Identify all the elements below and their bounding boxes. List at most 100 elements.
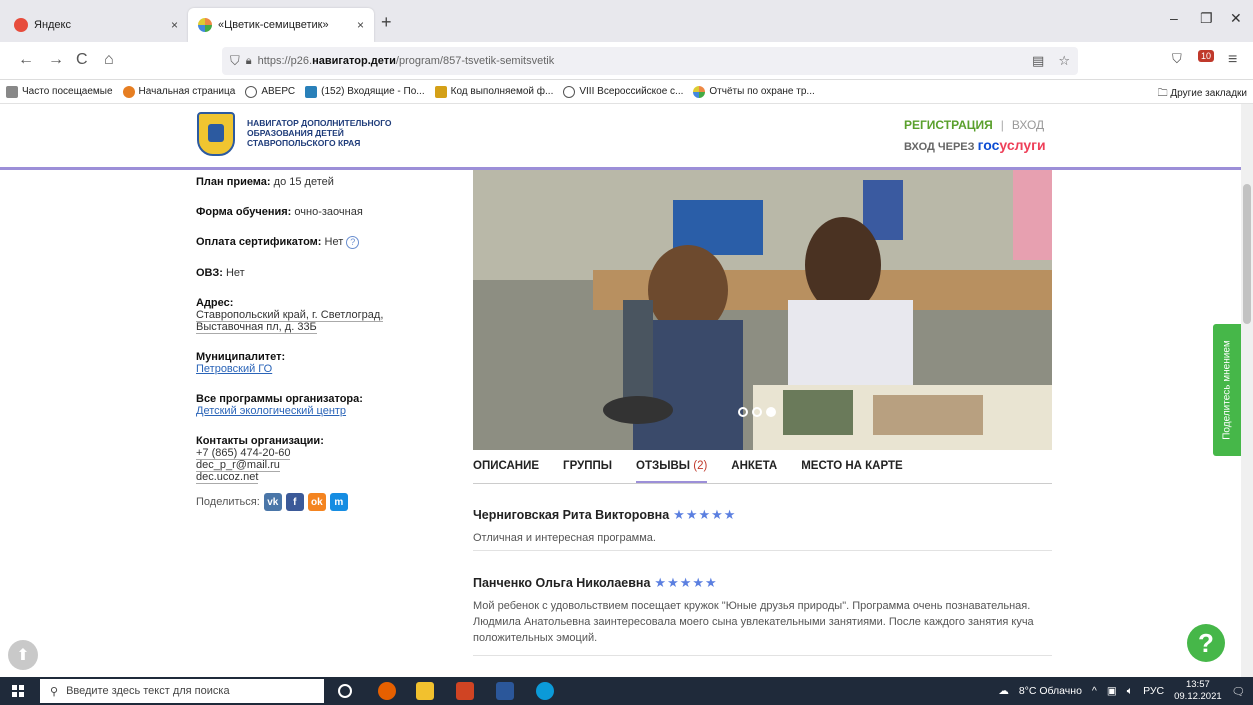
weather-text[interactable]: 8°C Облачно — [1019, 685, 1082, 697]
address-row: Адрес: Ставропольский край, г. Светлогра… — [196, 297, 446, 334]
bookmark-label: Начальная страница — [138, 86, 236, 97]
minimize-button[interactable]: – — [1170, 10, 1178, 26]
other-bookmarks[interactable]: 🗀︎ Другие закладки — [1158, 86, 1247, 103]
help-icon[interactable]: ? — [346, 236, 360, 249]
login-via-label: ВХОД ЧЕРЕЗ — [904, 141, 975, 153]
bookmark-label: Отчёты по охране тр... — [709, 86, 815, 97]
bookmark-item[interactable]: Часто посещаемые — [6, 85, 113, 98]
network-icon[interactable]: ▣ — [1107, 685, 1117, 697]
url-prefix: https://p26. — [257, 55, 313, 67]
program-photo-carousel[interactable] — [473, 170, 1052, 450]
new-tab-button[interactable]: + — [381, 12, 392, 33]
gosuslugi-login[interactable]: ВХОД ЧЕРЕЗ госуслуги — [904, 137, 1046, 153]
gear-icon — [6, 85, 18, 98]
bookmark-item[interactable]: Начальная страница — [122, 85, 236, 98]
yandex-icon — [14, 18, 28, 32]
share-label: Поделиться: — [196, 496, 260, 508]
url-path: /program/857-tsvetik-semitsvetik — [395, 55, 555, 67]
carousel-dot[interactable] — [738, 407, 748, 417]
ovz-row: ОВЗ: Нет — [196, 267, 446, 279]
chevron-up-icon[interactable]: ^ — [1092, 685, 1097, 697]
mailru-share-button[interactable]: m — [329, 493, 348, 511]
windows-start-icon[interactable] — [12, 685, 24, 697]
home-button[interactable]: ⌂ — [104, 51, 114, 69]
edge-icon[interactable] — [536, 682, 554, 700]
notifications-icon[interactable]: 🗨︎ — [1232, 685, 1245, 698]
program-info: План приема: до 15 детей Форма обучения:… — [196, 176, 446, 511]
help-button[interactable]: ? — [1187, 624, 1225, 662]
review-text: Мой ребенок с удовольствием посещает кру… — [473, 600, 1034, 644]
bookmark-item[interactable]: VIII Всероссийское с... — [563, 85, 683, 98]
reader-view-icon[interactable]: ▤ — [1032, 53, 1044, 69]
carousel-dot[interactable] — [752, 407, 762, 417]
word-icon[interactable] — [496, 682, 514, 700]
folder-icon: 🗀︎ — [1157, 88, 1171, 99]
reload-button[interactable]: C — [76, 51, 88, 69]
firefox-icon[interactable] — [378, 682, 396, 700]
review-item: Панченко Ольга Николаевна ★★★★★ Мой ребен… — [473, 574, 1052, 656]
task-view-icon[interactable] — [338, 684, 352, 698]
address-bar[interactable]: ⛉ 🔒︎ https://p26. навигатор.дети/program/… — [222, 47, 1078, 75]
separator: | — [1000, 118, 1004, 132]
folder-icon[interactable] — [416, 682, 434, 700]
tab-description[interactable]: ОПИСАНИЕ — [473, 460, 539, 483]
logo-line: НАВИГАТОР ДОПОЛНИТЕЛЬНОГО — [247, 118, 392, 128]
form-label: Форма обучения: — [196, 206, 292, 218]
pocket-icon[interactable]: ⛉ — [1172, 51, 1182, 67]
tab-reviews[interactable]: ОТЗЫВЫ (2) — [636, 460, 708, 483]
coat-of-arms-logo[interactable] — [197, 112, 235, 156]
municipality-link[interactable]: Петровский ГО — [196, 363, 272, 375]
back-button[interactable]: ← — [18, 51, 34, 69]
restore-button[interactable]: ❐ — [1200, 10, 1213, 27]
carousel-dot-active[interactable] — [766, 407, 776, 417]
facebook-share-button[interactable]: f — [285, 493, 304, 511]
language-indicator[interactable]: РУС — [1143, 685, 1164, 697]
powerpoint-icon[interactable] — [456, 682, 474, 700]
payment-row: Оплата сертификатом: Нет ? — [196, 236, 446, 249]
address-line[interactable]: Выставочная пл, д. 33Б — [196, 321, 317, 334]
feedback-tab[interactable]: Поделитесь мнением — [1213, 324, 1241, 456]
page-content: НАВИГАТОР ДОПОЛНИТЕЛЬНОГО ОБРАЗОВАНИЯ ДЕ… — [0, 104, 1241, 677]
gosuslugi-logo-part: услуги — [999, 137, 1046, 153]
volume-icon[interactable]: 🔈︎ — [1127, 685, 1133, 698]
close-tab-icon[interactable]: × — [357, 18, 364, 32]
municipality-label: Муниципалитет: — [196, 351, 286, 363]
website-link[interactable]: dec.ucoz.net — [196, 471, 259, 484]
ok-share-button[interactable]: ok — [307, 493, 326, 511]
flower-icon — [693, 85, 706, 98]
clock[interactable]: 13:57 09.12.2021 — [1174, 679, 1222, 703]
bookmark-label: Код выполняемой ф... — [450, 86, 554, 97]
organizer-link[interactable]: Детский экологический центр — [196, 405, 346, 417]
login-link[interactable]: ВХОД — [1012, 118, 1044, 132]
lock-icon: 🔒︎ — [245, 54, 252, 67]
scrollbar-thumb[interactable] — [1243, 184, 1251, 324]
tab-survey[interactable]: АНКЕТА — [731, 460, 777, 483]
site-logo-text[interactable]: НАВИГАТОР ДОПОЛНИТЕЛЬНОГО ОБРАЗОВАНИЯ ДЕ… — [247, 118, 392, 148]
clock-date: 09.12.2021 — [1174, 691, 1222, 702]
forward-button[interactable]: → — [48, 51, 64, 69]
bookmark-star-icon[interactable]: ☆ — [1058, 53, 1070, 69]
tab-tsvetik[interactable]: «Цветик-семицветик» × — [188, 8, 374, 42]
taskbar-search-box[interactable]: ⚲ Введите здесь текст для поиска — [40, 679, 324, 703]
close-window-button[interactable]: ✕ — [1230, 10, 1242, 27]
bookmark-item[interactable]: Отчёты по охране тр... — [693, 85, 815, 98]
register-link[interactable]: РЕГИСТРАЦИЯ — [904, 118, 993, 132]
menu-icon[interactable]: ≡ — [1228, 51, 1237, 69]
reviewer-name: Панченко Ольга Николаевна — [473, 576, 651, 590]
bookmark-item[interactable]: (152) Входящие - По... — [305, 85, 425, 98]
tab-label: ОТЗЫВЫ — [636, 460, 691, 472]
bookmark-item[interactable]: Код выполняемой ф... — [434, 85, 554, 98]
page-scrollbar[interactable] — [1241, 104, 1253, 677]
tab-yandex[interactable]: Яндекс × — [4, 8, 188, 42]
bookmark-item[interactable]: АВЕРС — [245, 85, 295, 98]
plan-value: до 15 детей — [273, 176, 334, 188]
rating-stars: ★★★★★ — [673, 507, 737, 522]
tab-groups[interactable]: ГРУППЫ — [563, 460, 612, 483]
close-tab-icon[interactable]: × — [171, 18, 178, 32]
vk-share-button[interactable]: vk — [263, 493, 282, 511]
tab-map[interactable]: МЕСТО НА КАРТЕ — [801, 460, 903, 483]
globe-icon — [563, 85, 576, 98]
scroll-up-button[interactable]: ⬆ — [8, 640, 38, 670]
search-placeholder: Введите здесь текст для поиска — [66, 685, 230, 697]
extension-badge[interactable]: 10 — [1198, 50, 1215, 62]
